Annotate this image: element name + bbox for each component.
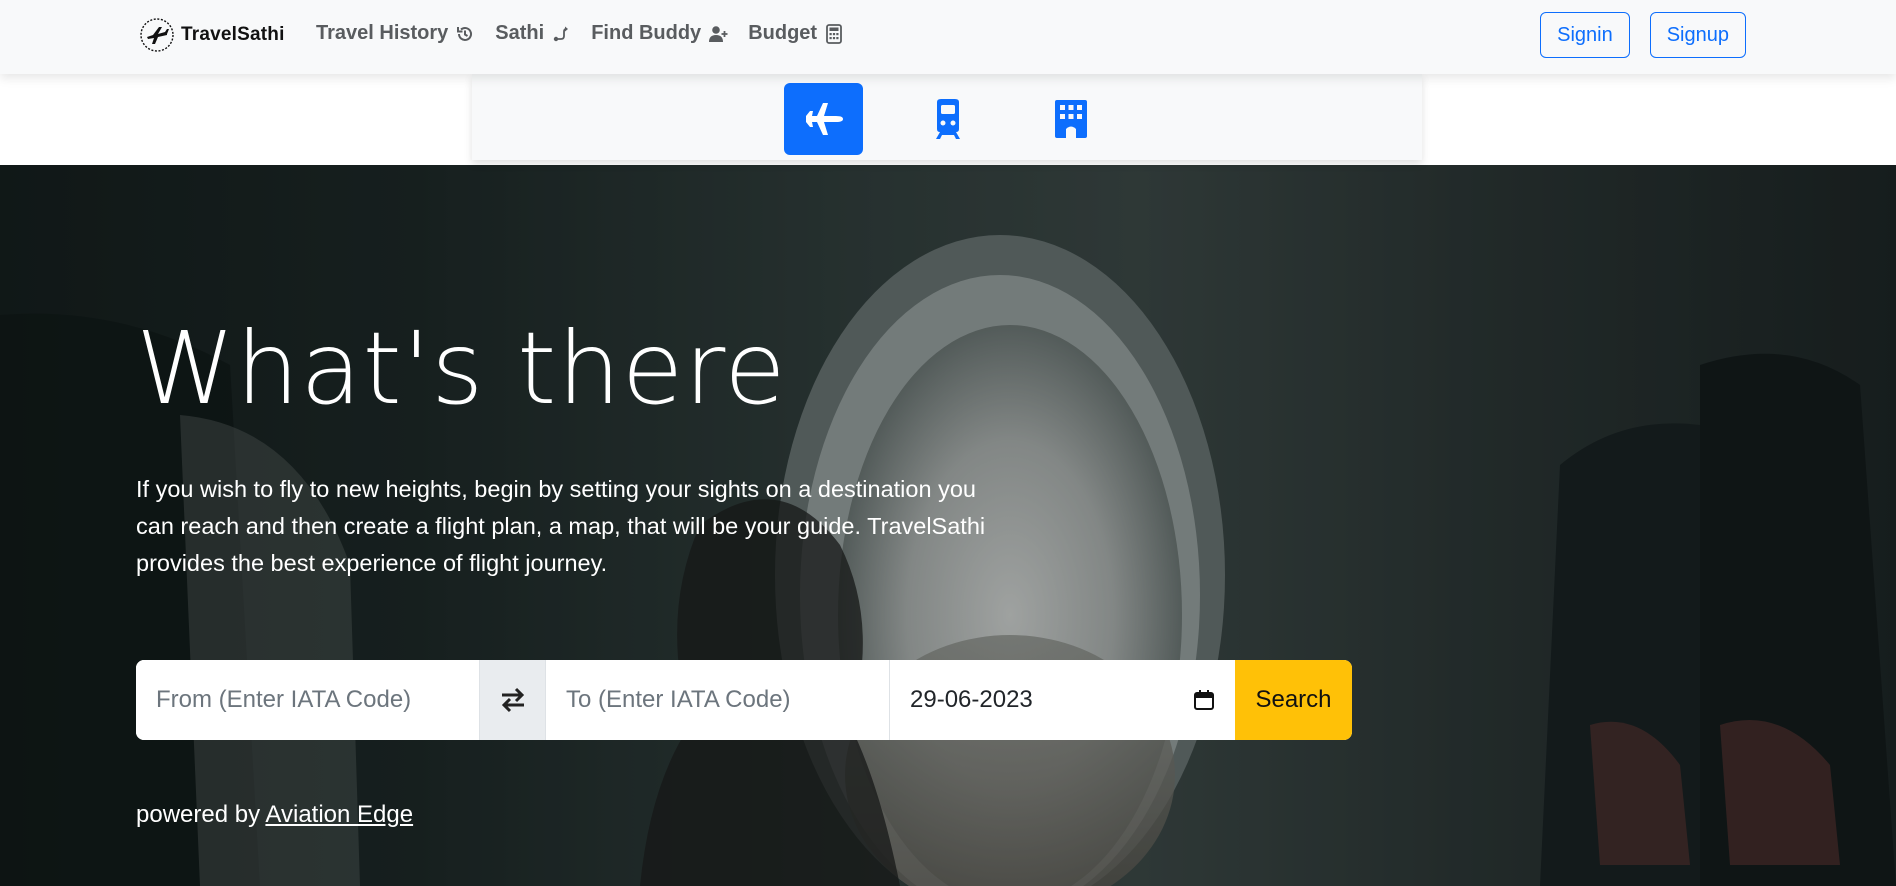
to-input[interactable] bbox=[546, 660, 890, 740]
powered-by-prefix: powered by bbox=[136, 801, 261, 828]
brand-name: TravelSathi bbox=[181, 24, 285, 45]
nav-sathi-label: Sathi bbox=[495, 22, 545, 44]
auth-buttons: Signin Signup bbox=[1540, 12, 1746, 58]
route-icon bbox=[554, 26, 569, 41]
navbar: TravelSathi Travel History Sathi Find Bu… bbox=[0, 0, 1896, 74]
train-icon bbox=[935, 99, 960, 139]
flight-search-form: 29-06-2023 Search bbox=[136, 660, 1352, 740]
nav-travel-history-label: Travel History bbox=[316, 22, 449, 44]
transport-tabs bbox=[472, 74, 1422, 160]
powered-by: powered by Aviation Edge bbox=[136, 801, 413, 829]
search-button[interactable]: Search bbox=[1235, 660, 1352, 740]
calendar-icon[interactable] bbox=[1193, 689, 1215, 711]
date-input[interactable]: 29-06-2023 bbox=[890, 660, 1235, 740]
aviation-edge-link[interactable]: Aviation Edge bbox=[265, 801, 413, 828]
tab-train[interactable] bbox=[908, 83, 987, 155]
brand-logo-icon bbox=[140, 18, 174, 52]
tab-flight[interactable] bbox=[784, 83, 863, 155]
tab-hotel[interactable] bbox=[1031, 83, 1110, 155]
signin-button[interactable]: Signin bbox=[1540, 12, 1630, 58]
swap-arrows-icon bbox=[501, 687, 524, 713]
plane-icon bbox=[805, 103, 843, 135]
signup-button[interactable]: Signup bbox=[1649, 12, 1746, 58]
nav-budget-label: Budget bbox=[748, 22, 818, 44]
calculator-icon bbox=[826, 23, 842, 44]
hotel-icon bbox=[1054, 100, 1087, 138]
nav-travel-history[interactable]: Travel History bbox=[316, 22, 475, 45]
brand[interactable]: TravelSathi bbox=[139, 17, 285, 53]
date-value: 29-06-2023 bbox=[910, 686, 1033, 713]
from-input[interactable] bbox=[136, 660, 480, 740]
hero-title: What's there bbox=[136, 310, 787, 427]
hero-section: What's there If you wish to fly to new h… bbox=[0, 165, 1896, 886]
nav-budget[interactable]: Budget bbox=[748, 22, 844, 45]
user-plus-icon bbox=[709, 25, 728, 42]
nav-links: Travel History Sathi Find Buddy Budget bbox=[316, 22, 864, 45]
swap-button[interactable] bbox=[480, 660, 546, 740]
nav-find-buddy-label: Find Buddy bbox=[591, 22, 702, 44]
history-icon bbox=[457, 26, 473, 41]
nav-sathi[interactable]: Sathi bbox=[495, 22, 571, 45]
nav-find-buddy[interactable]: Find Buddy bbox=[591, 22, 728, 45]
hero-description: If you wish to fly to new heights, begin… bbox=[136, 476, 986, 576]
